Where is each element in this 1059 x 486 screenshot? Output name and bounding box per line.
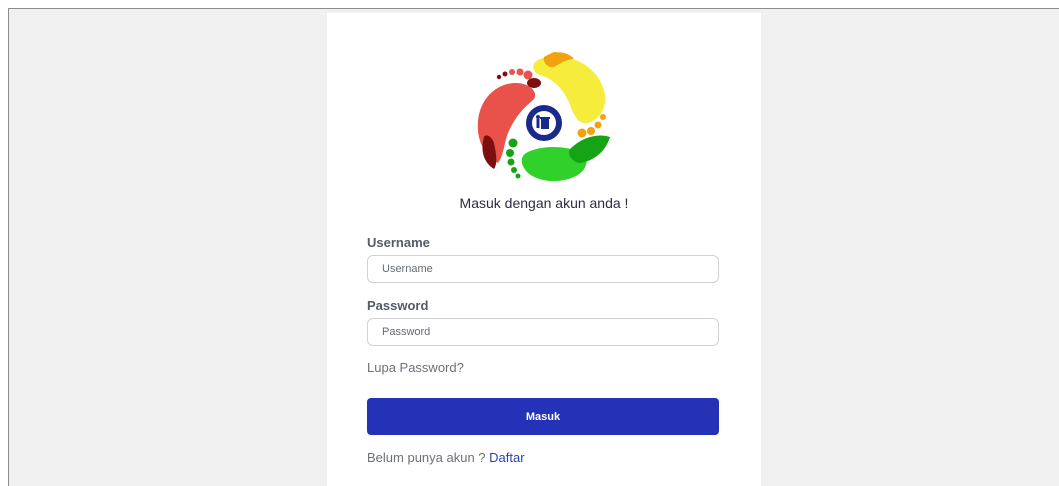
app-logo xyxy=(477,52,610,182)
password-label: Password xyxy=(367,298,429,313)
page-background: Masuk dengan akun anda ! Username Passwo… xyxy=(8,8,1059,486)
username-input[interactable] xyxy=(367,255,719,283)
register-prompt: Belum punya akun ? Daftar xyxy=(367,450,525,465)
recycle-footprints-trash-icon xyxy=(477,52,610,182)
login-button[interactable]: Masuk xyxy=(367,398,719,435)
password-input[interactable] xyxy=(367,318,719,346)
forgot-password-link[interactable]: Lupa Password? xyxy=(367,360,464,375)
register-link[interactable]: Daftar xyxy=(489,450,524,465)
username-label: Username xyxy=(367,235,430,250)
register-prompt-text: Belum punya akun ? xyxy=(367,450,490,465)
login-subtitle: Masuk dengan akun anda ! xyxy=(459,195,629,211)
login-card: Masuk dengan akun anda ! Username Passwo… xyxy=(327,13,761,486)
